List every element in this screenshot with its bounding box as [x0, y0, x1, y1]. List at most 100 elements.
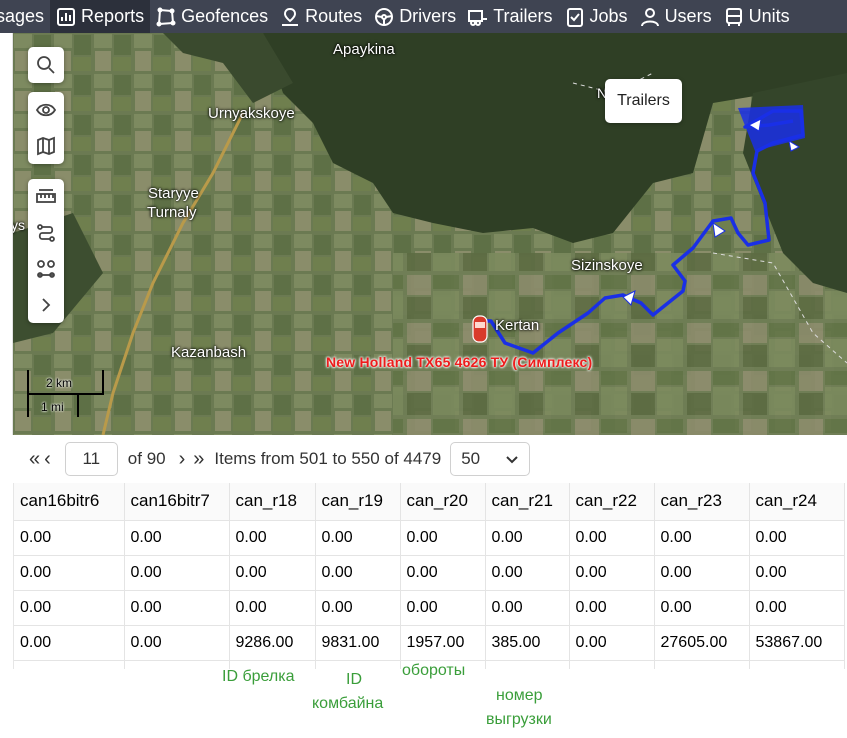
nav-item-routes[interactable]: Routes	[274, 0, 368, 33]
waypoints-icon	[37, 260, 55, 278]
annotation-rpm: обороты	[402, 662, 466, 679]
column-header[interactable]: can_r21	[485, 483, 570, 521]
table-cell: 0.00	[124, 520, 230, 556]
table-cell: 53867.00	[749, 625, 845, 661]
map-icon	[37, 136, 55, 156]
map-search-button[interactable]	[28, 47, 64, 83]
annotation-combine-id-line2: комбайна	[312, 695, 384, 712]
nav-label: Routes	[305, 6, 363, 26]
items-range: Items from 501 to 550 of 4479	[214, 449, 442, 468]
waypoints-button[interactable]	[28, 251, 64, 287]
satellite-map-background	[13, 33, 847, 435]
nav-item-reports[interactable]: Reports	[50, 0, 151, 33]
table-cell: 0.00	[124, 555, 230, 591]
map-layers-button[interactable]	[28, 128, 64, 164]
table-cell	[569, 660, 655, 669]
table-cell: 0.00	[400, 555, 486, 591]
column-header[interactable]: can_r19	[315, 483, 401, 521]
scale-imperial: 1 mi	[41, 400, 64, 414]
column-header[interactable]: can_r24	[749, 483, 845, 521]
place-label: Urnyakskoye	[208, 105, 295, 122]
first-page-button[interactable]: «	[29, 449, 40, 469]
scale-metric: 2 km	[46, 376, 73, 390]
expand-button[interactable]	[28, 287, 64, 323]
nav-item-messages[interactable]: sages	[0, 0, 50, 33]
table-cell: 0.00	[569, 590, 655, 626]
data-table: can16bitr6 can16bitr7 can_r18 can_r19 ca…	[13, 483, 847, 669]
table-row[interactable]: 0.00 0.00 0.00 0.00 0.00 0.00 0.00 0.00 …	[14, 520, 845, 556]
bus-icon	[725, 7, 742, 26]
table-cell: 0.00	[654, 590, 750, 626]
routes-icon	[282, 7, 299, 26]
table-cell: 27605.00	[654, 625, 750, 661]
table-cell: 385.00	[485, 625, 570, 661]
column-header[interactable]: can_r22	[569, 483, 655, 521]
eye-icon	[36, 103, 56, 117]
unit-label[interactable]: New Holland TX65 4626 ТУ (Симплекс)	[326, 354, 592, 370]
column-header[interactable]: can_r18	[229, 483, 316, 521]
map[interactable]: Apaykina Urnyakskoye Staryye Turnaly Siz…	[13, 33, 847, 435]
table-cell: 1957.00	[400, 625, 486, 661]
place-label: Sizinskoye	[571, 257, 643, 274]
trailers-tooltip: Trailers	[605, 79, 682, 123]
table-cell: 0.00	[569, 555, 655, 591]
checklist-icon	[566, 7, 583, 27]
table-cell: 0.00	[229, 590, 316, 626]
column-header[interactable]: can_r23	[654, 483, 750, 521]
data-grid: can16bitr6 can16bitr7 can_r18 can_r19 ca…	[14, 483, 845, 669]
nav-label: Geofences	[181, 6, 269, 26]
search-toolbox	[28, 47, 64, 83]
page-number-input[interactable]: 11	[64, 442, 118, 476]
place-label: Kertan	[495, 317, 540, 334]
table-cell	[485, 660, 570, 669]
nav-item-jobs[interactable]: Jobs	[559, 0, 634, 33]
table-cell	[654, 660, 750, 669]
table-cell: 0.00	[569, 625, 655, 661]
place-label: Kazanbash	[171, 344, 247, 361]
table-cell: 0.00	[14, 625, 125, 661]
chevron-down-icon	[506, 456, 518, 464]
nav-item-trailers[interactable]: Trailers	[462, 0, 558, 33]
table-cell	[124, 660, 230, 669]
vehicle-marker-icon[interactable]	[472, 315, 488, 343]
table-row[interactable]: 0.00 0.00 0.00 0.00 0.00 0.00 0.00 0.00 …	[14, 555, 845, 591]
table-cell: 0.00	[749, 590, 845, 626]
geofence-icon	[156, 7, 176, 26]
table-cell	[749, 660, 845, 669]
table-cell: 0.00	[749, 555, 845, 591]
place-label: Staryye	[148, 185, 199, 202]
table-cell: 0.00	[485, 555, 570, 591]
table-cell: 0.00	[14, 520, 125, 556]
nav-item-geofences[interactable]: Geofences	[150, 0, 274, 33]
nav-item-users[interactable]: Users	[634, 0, 718, 33]
table-row[interactable]: 0.00 0.00 9286.00 9831.00 1957.00 385.00…	[14, 625, 845, 661]
table-cell: 9286.00	[229, 625, 316, 661]
column-header[interactable]: can16bitr7	[124, 483, 230, 521]
visibility-button[interactable]	[28, 92, 64, 128]
annotation-unload-line2: выгрузки	[486, 711, 552, 728]
table-cell: 0.00	[485, 520, 570, 556]
nav-label: Users	[664, 6, 712, 26]
user-icon	[640, 7, 659, 26]
top-navigation: sages Reports Geofences Routes Drivers T…	[0, 0, 847, 33]
column-header[interactable]: can_r20	[400, 483, 486, 521]
ruler-button[interactable]	[28, 179, 64, 215]
table-cell: 0.00	[654, 555, 750, 591]
prev-page-button[interactable]: ‹	[44, 449, 51, 469]
column-header[interactable]: can16bitr6	[14, 483, 125, 521]
last-page-button[interactable]: »	[193, 449, 204, 469]
search-icon	[37, 56, 55, 74]
app: sages Reports Geofences Routes Drivers T…	[0, 0, 847, 738]
table-cell: 0.00	[569, 520, 655, 556]
table-cell: 0.00	[124, 590, 230, 626]
route-tool-button[interactable]	[28, 215, 64, 251]
next-page-button[interactable]: ›	[179, 449, 186, 469]
nav-item-units[interactable]: Units	[718, 0, 796, 33]
nav-label: Units	[748, 6, 790, 26]
nav-item-drivers[interactable]: Drivers	[368, 0, 462, 33]
table-row[interactable]: 0.00 0.00 0.00 0.00 0.00 0.00 0.00 0.00 …	[14, 590, 845, 626]
table-cell: 0.00	[229, 555, 316, 591]
per-page-select[interactable]: 50	[450, 442, 531, 476]
nav-label: Trailers	[493, 6, 553, 26]
table-cell: 0.00	[400, 590, 486, 626]
